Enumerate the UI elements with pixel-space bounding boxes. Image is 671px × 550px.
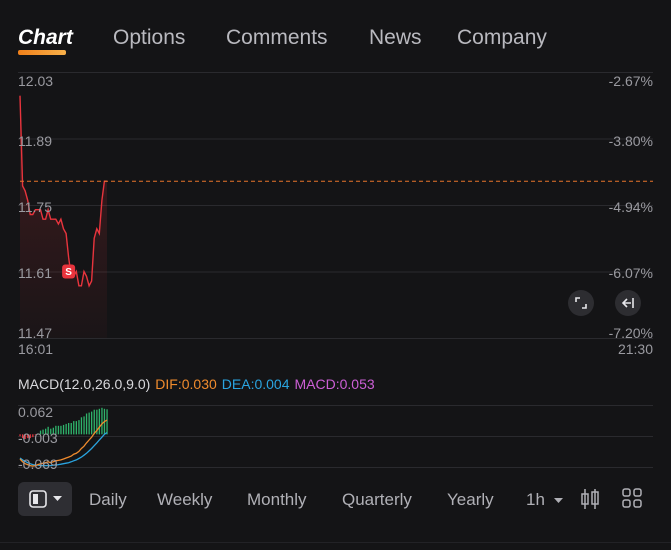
macd-chart[interactable] (0, 395, 671, 473)
sell-marker-label: S (65, 267, 72, 278)
macd-histogram-bar (75, 421, 77, 435)
macd-histogram-bar (68, 423, 70, 435)
percent-tick: -7.20% (608, 325, 653, 341)
split-layout-icon (28, 490, 47, 508)
macd-histogram-bar (88, 412, 90, 435)
macd-histogram-bar (80, 417, 83, 435)
price-tick: 11.61 (18, 265, 52, 281)
price-tick: 11.89 (18, 133, 52, 149)
macd-histogram-bar (98, 408, 100, 435)
back-to-latest-button[interactable] (615, 290, 641, 316)
macd-histogram-bar (83, 416, 85, 435)
macd-histogram-bar (62, 424, 65, 435)
period-yearly[interactable]: Yearly (447, 490, 494, 510)
period-weekly[interactable]: Weekly (157, 490, 212, 510)
divider (0, 542, 671, 543)
fullscreen-button[interactable] (568, 290, 594, 316)
price-tick: 11.75 (18, 199, 52, 215)
macd-macd-value: MACD:0.053 (294, 376, 375, 392)
macd-histogram-bar (78, 420, 80, 435)
macd-title: MACD(12.0,26.0,9.0) (18, 376, 151, 392)
period-monthly[interactable]: Monthly (247, 490, 307, 510)
grid-icon (622, 488, 642, 508)
macd-histogram-bar (101, 407, 103, 435)
macd-tick: -0.003 (18, 430, 58, 446)
sell-marker[interactable]: S (62, 264, 76, 279)
chart-type-button[interactable] (580, 488, 600, 515)
tab-bar: Chart Options Comments News Company (0, 0, 671, 74)
candlestick-icon (581, 489, 599, 509)
macd-tick: -0.069 (18, 456, 58, 472)
expand-icon (575, 297, 587, 309)
macd-histogram-bar (70, 423, 72, 435)
percent-tick: -2.67% (608, 73, 653, 89)
macd-histogram-bar (60, 425, 62, 435)
percent-tick: -6.07% (608, 265, 653, 281)
active-tab-indicator (18, 50, 66, 55)
macd-tick: 0.062 (18, 404, 54, 420)
time-end-label: 21:30 (617, 341, 653, 357)
percent-tick: -3.80% (608, 133, 653, 149)
price-tick: 12.03 (18, 73, 54, 89)
layout-toggle-button[interactable] (18, 482, 72, 516)
time-start-label: 16:01 (18, 341, 54, 357)
caret-down-icon (553, 497, 563, 503)
macd-legend: MACD(12.0,26.0,9.0) DIF:0.030 DEA:0.004 MAC… (18, 376, 380, 392)
macd-histogram-bar (73, 421, 75, 435)
tab-comments[interactable]: Comments (226, 26, 328, 50)
macd-histogram-bar (85, 413, 88, 435)
tab-news[interactable]: News (369, 26, 422, 50)
macd-dea-value: DEA:0.004 (221, 376, 290, 392)
indicators-button[interactable] (622, 488, 642, 513)
macd-histogram-bar (106, 409, 108, 435)
arrow-left-bar-icon (621, 298, 634, 308)
tab-options[interactable]: Options (113, 26, 185, 50)
caret-down-icon (52, 496, 62, 501)
macd-histogram-bar (65, 423, 67, 435)
macd-dif-value: DIF:0.030 (155, 376, 217, 392)
price-tick: 11.47 (18, 325, 52, 341)
period-1h-label: 1h (526, 490, 545, 509)
macd-histogram-bar (91, 411, 93, 435)
period-bar: Daily Weekly Monthly Quarterly Yearly 1h (0, 474, 671, 526)
tab-company[interactable]: Company (457, 26, 547, 50)
period-daily[interactable]: Daily (89, 490, 127, 510)
macd-histogram-bar (93, 409, 95, 435)
period-quarterly[interactable]: Quarterly (342, 490, 412, 510)
tab-chart[interactable]: Chart (18, 26, 73, 50)
period-1h-dropdown[interactable]: 1h (526, 490, 563, 510)
percent-tick: -4.94% (608, 199, 653, 215)
